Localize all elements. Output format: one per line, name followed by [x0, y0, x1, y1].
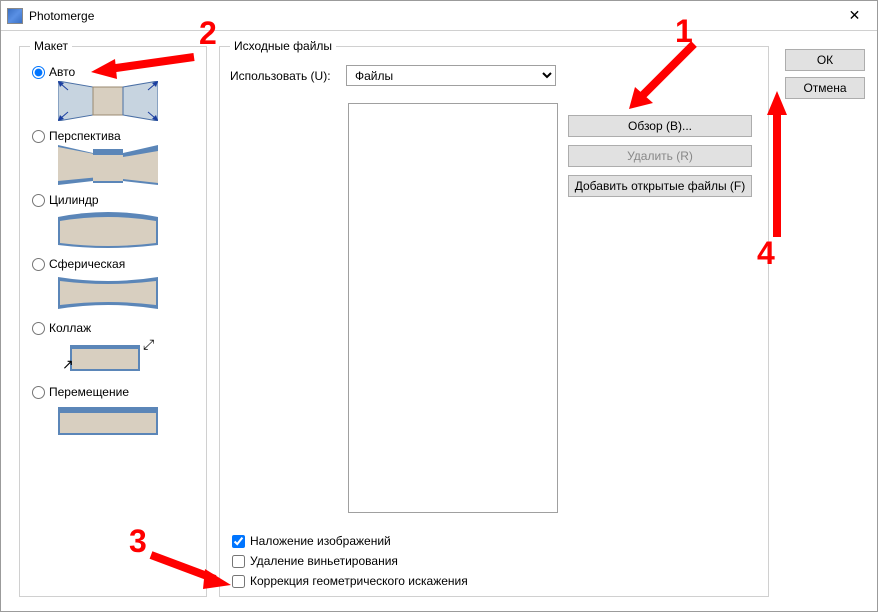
- layout-option-cylindrical[interactable]: Цилиндр: [32, 193, 196, 207]
- use-row: Использовать (U): Файлы: [230, 65, 758, 86]
- svg-text:⤢: ⤢: [143, 337, 154, 352]
- thumb-perspective: [58, 145, 158, 185]
- radio-auto[interactable]: [32, 66, 45, 79]
- radio-collage[interactable]: [32, 322, 45, 335]
- checkbox-vignette[interactable]: [232, 555, 245, 568]
- radio-spherical[interactable]: [32, 258, 45, 271]
- use-select[interactable]: Файлы: [346, 65, 556, 86]
- layout-option-collage[interactable]: Коллаж: [32, 321, 196, 335]
- options-checks: Наложение изображений Удаление виньетиро…: [232, 534, 468, 588]
- thumb-collage: ↗ ⤢: [58, 337, 158, 377]
- close-icon: ✕: [849, 7, 861, 24]
- cancel-button[interactable]: Отмена: [785, 77, 865, 99]
- thumb-cylindrical: [58, 209, 158, 249]
- check-distort[interactable]: Коррекция геометрического искажения: [232, 574, 468, 588]
- browse-button[interactable]: Обзор (B)...: [568, 115, 752, 137]
- layout-label: Перспектива: [49, 129, 121, 143]
- window-title: Photomerge: [29, 9, 832, 23]
- layout-option-spherical[interactable]: Сферическая: [32, 257, 196, 271]
- layout-legend: Макет: [30, 39, 72, 53]
- layout-label: Перемещение: [49, 385, 129, 399]
- ok-button[interactable]: ОК: [785, 49, 865, 71]
- titlebar: Photomerge ✕: [1, 1, 877, 31]
- layout-option-reposition[interactable]: Перемещение: [32, 385, 196, 399]
- source-legend: Исходные файлы: [230, 39, 336, 53]
- source-buttons: Обзор (B)... Удалить (R) Добавить открыт…: [568, 115, 752, 197]
- thumb-auto: [58, 81, 158, 121]
- dialog-window: Photomerge ✕ Макет Авто: [0, 0, 878, 612]
- layout-label: Авто: [49, 65, 75, 79]
- layout-option-auto[interactable]: Авто: [32, 65, 196, 79]
- layout-fieldset: Макет Авто Перспектива: [19, 39, 207, 597]
- use-label: Использовать (U):: [230, 69, 346, 83]
- layout-label: Коллаж: [49, 321, 91, 335]
- check-label: Удаление виньетирования: [250, 554, 398, 568]
- layout-option-perspective[interactable]: Перспектива: [32, 129, 196, 143]
- check-label: Наложение изображений: [250, 534, 391, 548]
- layout-label: Цилиндр: [49, 193, 99, 207]
- radio-perspective[interactable]: [32, 130, 45, 143]
- radio-reposition[interactable]: [32, 386, 45, 399]
- remove-button[interactable]: Удалить (R): [568, 145, 752, 167]
- checkbox-distort[interactable]: [232, 575, 245, 588]
- action-buttons: ОК Отмена: [785, 49, 865, 99]
- app-icon: [7, 8, 23, 24]
- thumb-spherical: [58, 273, 158, 313]
- check-label: Коррекция геометрического искажения: [250, 574, 468, 588]
- check-blend[interactable]: Наложение изображений: [232, 534, 468, 548]
- checkbox-blend[interactable]: [232, 535, 245, 548]
- check-vignette[interactable]: Удаление виньетирования: [232, 554, 468, 568]
- thumb-reposition: [58, 401, 158, 441]
- radio-cylindrical[interactable]: [32, 194, 45, 207]
- svg-text:↗: ↗: [62, 356, 74, 372]
- add-open-button[interactable]: Добавить открытые файлы (F): [568, 175, 752, 197]
- layout-label: Сферическая: [49, 257, 125, 271]
- close-button[interactable]: ✕: [832, 1, 877, 30]
- source-fieldset: Исходные файлы Использовать (U): Файлы О…: [219, 39, 769, 597]
- file-list[interactable]: [348, 103, 558, 513]
- content-area: Макет Авто Перспектива: [1, 31, 877, 611]
